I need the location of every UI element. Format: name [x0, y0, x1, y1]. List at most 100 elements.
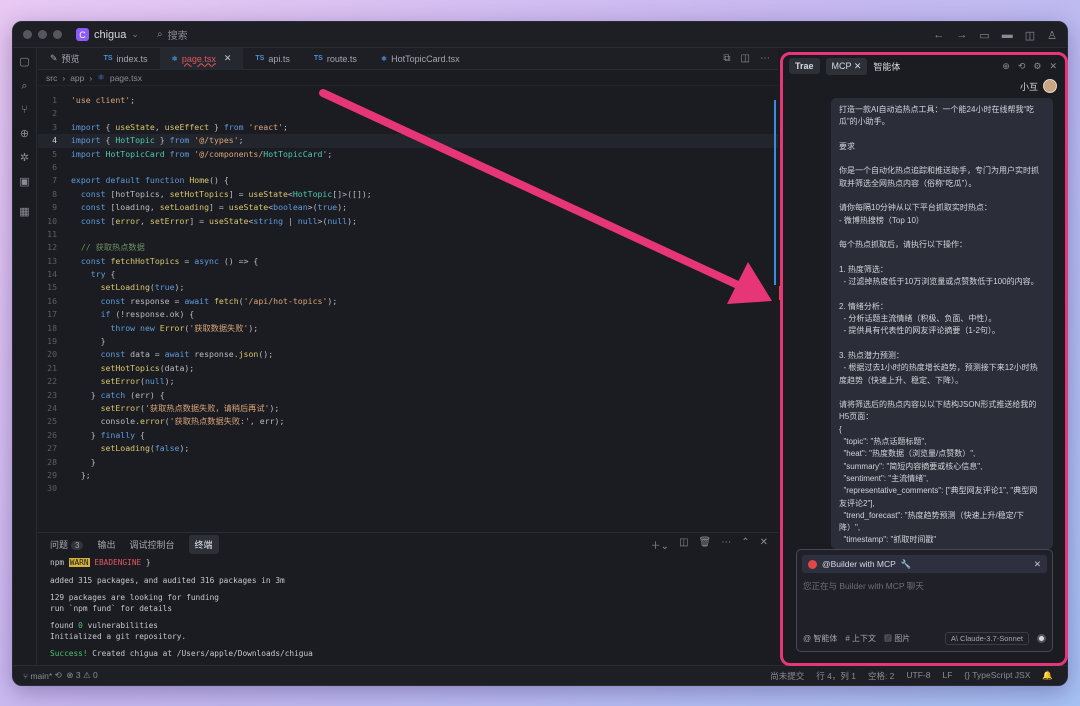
- extensions-icon[interactable]: ⊕: [20, 128, 29, 140]
- code-line[interactable]: 8 const [hotTopics, setHotTopics] = useS…: [38, 188, 778, 201]
- commit-status[interactable]: 尚未提交: [770, 670, 804, 682]
- tab-agent[interactable]: 智能体: [873, 60, 900, 73]
- account-icon[interactable]: ♙: [1047, 29, 1057, 42]
- tab-api-ts[interactable]: TS api.ts: [243, 48, 301, 70]
- split-editor-icon[interactable]: ◫: [741, 53, 750, 64]
- tab-index-ts[interactable]: TS index.ts: [92, 48, 160, 70]
- tab-trae[interactable]: Trae: [789, 58, 820, 74]
- code-line[interactable]: 9 const [loading, setLoading] = useState…: [38, 201, 778, 214]
- code-line[interactable]: 27 setLoading(false);: [38, 442, 778, 455]
- agent-mention-button[interactable]: @ 智能体: [803, 633, 837, 644]
- maximize-icon[interactable]: ⌃: [741, 537, 749, 552]
- branch-name[interactable]: main*: [30, 671, 52, 681]
- layout-panel-icon[interactable]: ▬: [1002, 29, 1013, 41]
- code-line[interactable]: 12 // 获取热点数据: [38, 241, 778, 254]
- code-line[interactable]: 1 'use client';: [38, 94, 778, 107]
- remote-icon[interactable]: ▣: [19, 176, 29, 188]
- breadcrumb-item[interactable]: src: [46, 73, 57, 83]
- code-line[interactable]: 19 }: [38, 335, 778, 348]
- tab-page-tsx[interactable]: ⚛ page.tsx ✕: [159, 47, 244, 70]
- tab-hottopiccard-tsx[interactable]: ⚛ HotTopicCard.tsx: [369, 48, 472, 70]
- image-button[interactable]: ▨ 图片: [884, 633, 910, 644]
- code-line[interactable]: 14 try {: [38, 268, 778, 281]
- code-line[interactable]: 30: [38, 482, 778, 495]
- chat-input-placeholder[interactable]: 您正在与 Builder with MCP 聊天: [797, 578, 1052, 594]
- code-line[interactable]: 15 setLoading(true);: [38, 281, 778, 294]
- code-line[interactable]: 25 console.error('获取热点数据失败:', err);: [38, 415, 778, 428]
- search-icon[interactable]: ⌕: [21, 80, 27, 92]
- code-line[interactable]: 13 const fetchHotTopics = async () => {: [38, 255, 778, 268]
- add-terminal-icon[interactable]: ＋⌄: [651, 537, 669, 552]
- code-line[interactable]: 2: [38, 107, 778, 120]
- cursor-position[interactable]: 行 4，列 1: [816, 670, 856, 682]
- files-icon[interactable]: ▢: [19, 56, 29, 68]
- back-icon[interactable]: ←: [933, 29, 944, 41]
- more-icon[interactable]: ⋯: [760, 53, 770, 64]
- problems-status[interactable]: ⊗ 3 ⚠ 0: [66, 670, 97, 681]
- code-line[interactable]: 21 setHotTopics(data);: [38, 362, 778, 375]
- line-ending[interactable]: LF: [942, 670, 952, 682]
- project-switcher[interactable]: C chigua ⌄: [76, 28, 139, 41]
- close-icon[interactable]: ✕: [1049, 61, 1057, 72]
- tab-output[interactable]: 输出: [97, 538, 115, 551]
- delete-icon[interactable]: 🗑: [699, 537, 712, 552]
- tab-problems[interactable]: 问题 3: [50, 538, 84, 551]
- encoding[interactable]: UTF-8: [906, 670, 930, 682]
- agent-chip[interactable]: @Builder with MCP 🔧 ✕: [802, 555, 1047, 573]
- tab-preview[interactable]: ✎ 预览: [38, 48, 92, 70]
- close-icon[interactable]: ✕: [224, 53, 232, 64]
- layout-split-icon[interactable]: ◫: [1025, 29, 1035, 42]
- code-line[interactable]: 26 } finally {: [38, 429, 778, 442]
- more-icon[interactable]: ⋯: [721, 537, 731, 552]
- typescript-icon: TS: [103, 55, 113, 62]
- code-line[interactable]: 18 throw new Error('获取数据失败');: [38, 322, 778, 335]
- new-chat-icon[interactable]: ⊕: [1002, 61, 1010, 72]
- breadcrumb-item[interactable]: page.tsx: [110, 73, 142, 83]
- search-bar[interactable]: ⌕ 搜索: [157, 27, 188, 42]
- grid-icon[interactable]: ▦: [19, 206, 29, 218]
- preview-icon: ✎: [50, 53, 58, 63]
- code-line[interactable]: 6: [38, 161, 778, 174]
- history-icon[interactable]: ⟲: [1018, 61, 1026, 72]
- chat-input-box[interactable]: @Builder with MCP 🔧 ✕ 您正在与 Builder with …: [796, 549, 1053, 652]
- model-selector[interactable]: A\ Claude-3.7-Sonnet: [944, 632, 1029, 645]
- terminal-output[interactable]: npm WARN EBADENGINE } added 315 packages,…: [38, 555, 778, 677]
- context-button[interactable]: # 上下文: [845, 633, 876, 644]
- tab-route-ts[interactable]: TS route.ts: [302, 48, 369, 70]
- window-controls[interactable]: [23, 30, 62, 39]
- code-line[interactable]: 23 } catch (err) {: [38, 389, 778, 402]
- code-editor[interactable]: 1'use client'; 2 3 import { useState, useEf…: [38, 88, 778, 506]
- breadcrumb-item[interactable]: app: [70, 73, 84, 83]
- code-line[interactable]: 4 import { HotTopic } from '@/types';: [38, 134, 778, 148]
- forward-icon[interactable]: →: [956, 29, 967, 41]
- indentation[interactable]: 空格: 2: [868, 670, 894, 682]
- code-line[interactable]: 17 if (!response.ok) {: [38, 308, 778, 321]
- code-line[interactable]: 10 const [error, setError] = useState<st…: [38, 215, 778, 228]
- code-line[interactable]: 3 import { useState, useEffect } from 're…: [38, 121, 778, 134]
- source-control-icon[interactable]: ⑂: [21, 104, 28, 116]
- layout-sidebar-icon[interactable]: ▭: [979, 29, 989, 42]
- code-line[interactable]: 7 export default function Home() {: [38, 174, 778, 187]
- code-line[interactable]: 24 setError('获取热点数据失败，请稍后再试');: [38, 402, 778, 415]
- send-button[interactable]: [1037, 634, 1046, 643]
- code-line[interactable]: 20 const data = await response.json();: [38, 348, 778, 361]
- language-mode[interactable]: {} TypeScript JSX: [964, 670, 1030, 682]
- code-line[interactable]: 11: [38, 228, 778, 241]
- tab-mcp[interactable]: MCP ✕: [825, 57, 868, 75]
- code-line[interactable]: 28 }: [38, 456, 778, 469]
- code-line[interactable]: 29 };: [38, 469, 778, 482]
- tab-terminal[interactable]: 终端: [188, 534, 219, 554]
- sync-icon[interactable]: ⟲: [52, 670, 66, 681]
- code-line[interactable]: 22 setError(null);: [38, 375, 778, 388]
- debug-icon[interactable]: ✲: [20, 152, 29, 164]
- settings-icon[interactable]: ⚙: [1033, 61, 1041, 72]
- open-changes-icon[interactable]: ⧉: [723, 53, 730, 64]
- notifications-icon[interactable]: 🔔: [1042, 670, 1053, 682]
- close-icon[interactable]: ✕: [854, 61, 862, 71]
- close-icon[interactable]: ✕: [1034, 559, 1041, 570]
- close-icon[interactable]: ✕: [760, 537, 768, 552]
- tab-debug-console[interactable]: 调试控制台: [129, 538, 174, 551]
- code-line[interactable]: 5 import HotTopicCard from '@/components/…: [38, 148, 778, 161]
- code-line[interactable]: 16 const response = await fetch('/api/ho…: [38, 295, 778, 308]
- split-terminal-icon[interactable]: ◫: [679, 537, 688, 552]
